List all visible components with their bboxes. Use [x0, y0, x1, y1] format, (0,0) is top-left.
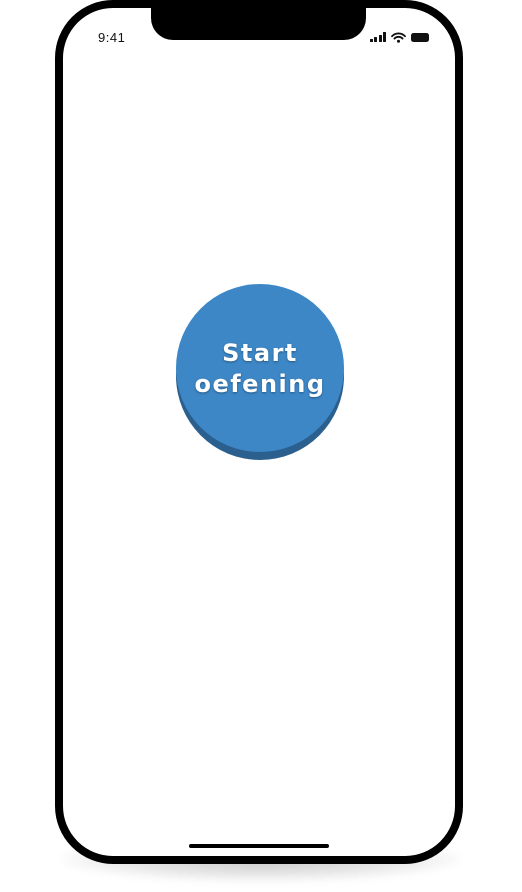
screenshot-stage: 9:41 Start oefening [0, 0, 522, 892]
cellular-signal-icon [369, 32, 386, 42]
battery-icon [411, 32, 429, 42]
phone-notch [151, 8, 366, 40]
start-exercise-button[interactable]: Start oefening [176, 284, 344, 460]
start-button-face: Start oefening [176, 284, 344, 452]
phone-frame: 9:41 Start oefening [55, 0, 463, 864]
home-indicator[interactable] [189, 844, 329, 848]
start-button-label-line1: Start [222, 339, 298, 367]
wifi-icon [391, 32, 406, 43]
start-button-label-line2: oefening [194, 370, 326, 398]
status-bar-icons [369, 30, 429, 44]
status-bar-time: 9:41 [98, 30, 126, 45]
start-button-label: Start oefening [194, 338, 325, 400]
